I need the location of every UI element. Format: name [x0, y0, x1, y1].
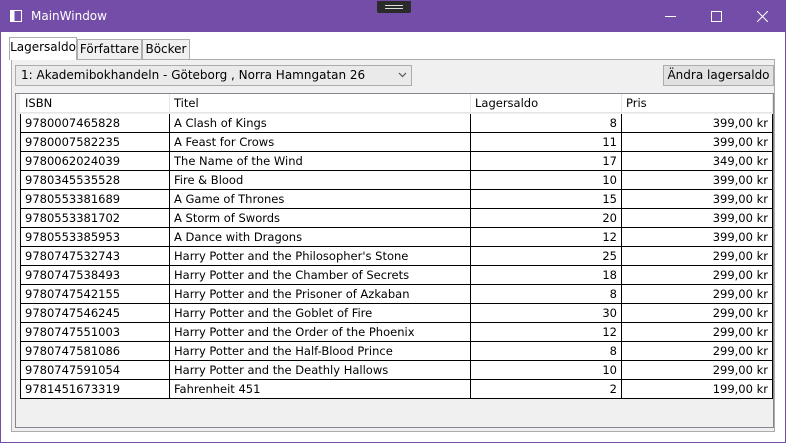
stock-cell[interactable]: 25: [471, 247, 622, 266]
window-title: MainWindow: [31, 9, 107, 23]
stock-cell[interactable]: 8: [471, 285, 622, 304]
stock-cell[interactable]: 12: [471, 323, 622, 342]
stock-cell[interactable]: 20: [471, 209, 622, 228]
title-cell[interactable]: Harry Potter and the Half-Blood Prince: [170, 342, 471, 361]
chevron-down-icon: [398, 72, 407, 78]
price-cell[interactable]: 399,00 kr: [622, 228, 773, 247]
store-select[interactable]: 1: Akademibokhandeln - Göteborg , Norra …: [15, 65, 412, 86]
isbn-cell[interactable]: 9780747551003: [20, 323, 170, 342]
close-icon: [756, 11, 768, 22]
tab-forfattare[interactable]: Författare: [77, 39, 142, 59]
stock-cell[interactable]: 17: [471, 152, 622, 171]
title-cell[interactable]: A Dance with Dragons: [170, 228, 471, 247]
tab-panel-lagersaldo: 1: Akademibokhandeln - Göteborg , Norra …: [11, 59, 775, 432]
title-cell[interactable]: A Clash of Kings: [170, 114, 471, 133]
stock-cell[interactable]: 10: [471, 171, 622, 190]
title-cell[interactable]: Harry Potter and the Prisoner of Azkaban: [170, 285, 471, 304]
isbn-cell[interactable]: 9780747581086: [20, 342, 170, 361]
isbn-cell[interactable]: 9780553381702: [20, 209, 170, 228]
stock-grid[interactable]: ISBN Titel Lagersaldo Pris 9780007465828…: [15, 93, 774, 428]
isbn-cell[interactable]: 9780747546245: [20, 304, 170, 323]
title-bar[interactable]: MainWindow: [1, 1, 785, 32]
maximize-icon: [710, 11, 722, 22]
isbn-cell[interactable]: 9780553381689: [20, 190, 170, 209]
stock-cell[interactable]: 8: [471, 114, 622, 133]
isbn-cell[interactable]: 9780007465828: [20, 114, 170, 133]
store-select-value: 1: Akademibokhandeln - Göteborg , Norra …: [21, 68, 366, 82]
client-area: Lagersaldo Författare Böcker 1: Akademib…: [1, 32, 785, 442]
price-cell[interactable]: 299,00 kr: [622, 342, 773, 361]
stock-cell[interactable]: 18: [471, 266, 622, 285]
stock-cell[interactable]: 30: [471, 304, 622, 323]
stock-cell[interactable]: 2: [471, 380, 622, 399]
price-cell[interactable]: 299,00 kr: [622, 323, 773, 342]
price-cell[interactable]: 349,00 kr: [622, 152, 773, 171]
title-cell[interactable]: A Feast for Crows: [170, 133, 471, 152]
title-cell[interactable]: Harry Potter and the Goblet of Fire: [170, 304, 471, 323]
isbn-cell[interactable]: 9780747591054: [20, 361, 170, 380]
column-header-title[interactable]: Titel: [170, 94, 471, 113]
title-cell[interactable]: A Game of Thrones: [170, 190, 471, 209]
price-cell[interactable]: 399,00 kr: [622, 190, 773, 209]
price-cell[interactable]: 299,00 kr: [622, 266, 773, 285]
price-cell[interactable]: 299,00 kr: [622, 304, 773, 323]
price-cell[interactable]: 399,00 kr: [622, 209, 773, 228]
title-cell[interactable]: Fahrenheit 451: [170, 380, 471, 399]
isbn-cell[interactable]: 9780747538493: [20, 266, 170, 285]
price-cell[interactable]: 299,00 kr: [622, 285, 773, 304]
price-cell[interactable]: 399,00 kr: [622, 171, 773, 190]
isbn-cell[interactable]: 9780007582235: [20, 133, 170, 152]
price-cell[interactable]: 399,00 kr: [622, 133, 773, 152]
tab-bocker[interactable]: Böcker: [142, 39, 190, 59]
isbn-cell[interactable]: 9780747542155: [20, 285, 170, 304]
isbn-cell[interactable]: 9780345535528: [20, 171, 170, 190]
stock-cell[interactable]: 11: [471, 133, 622, 152]
stock-cell[interactable]: 12: [471, 228, 622, 247]
stock-cell[interactable]: 8: [471, 342, 622, 361]
update-stock-button[interactable]: Ändra lagersaldo: [663, 65, 774, 86]
close-button[interactable]: [739, 1, 785, 32]
column-header-stock[interactable]: Lagersaldo: [471, 94, 622, 113]
tab-lagersaldo[interactable]: Lagersaldo: [9, 37, 77, 60]
stock-cell[interactable]: 10: [471, 361, 622, 380]
stock-cell[interactable]: 15: [471, 190, 622, 209]
price-cell[interactable]: 199,00 kr: [622, 380, 773, 399]
price-cell[interactable]: 299,00 kr: [622, 361, 773, 380]
drag-handle[interactable]: [377, 1, 411, 13]
main-window: MainWindow Lagersaldo Författare Böcker …: [0, 0, 786, 443]
isbn-cell[interactable]: 9781451673319: [20, 380, 170, 399]
title-cell[interactable]: Harry Potter and the Deathly Hallows: [170, 361, 471, 380]
title-cell[interactable]: The Name of the Wind: [170, 152, 471, 171]
minimize-icon: [664, 16, 676, 17]
title-cell[interactable]: Harry Potter and the Chamber of Secrets: [170, 266, 471, 285]
window-app-icon: [10, 10, 22, 22]
column-header-isbn[interactable]: ISBN: [20, 94, 170, 113]
column-header-price[interactable]: Pris: [622, 94, 773, 113]
price-cell[interactable]: 399,00 kr: [622, 114, 773, 133]
maximize-button[interactable]: [693, 1, 739, 32]
isbn-cell[interactable]: 9780553385953: [20, 228, 170, 247]
minimize-button[interactable]: [647, 1, 693, 32]
title-cell[interactable]: Harry Potter and the Order of the Phoeni…: [170, 323, 471, 342]
isbn-cell[interactable]: 9780747532743: [20, 247, 170, 266]
price-cell[interactable]: 299,00 kr: [622, 247, 773, 266]
isbn-cell[interactable]: 9780062024039: [20, 152, 170, 171]
title-cell[interactable]: Harry Potter and the Philosopher's Stone: [170, 247, 471, 266]
title-cell[interactable]: A Storm of Swords: [170, 209, 471, 228]
title-cell[interactable]: Fire & Blood: [170, 171, 471, 190]
